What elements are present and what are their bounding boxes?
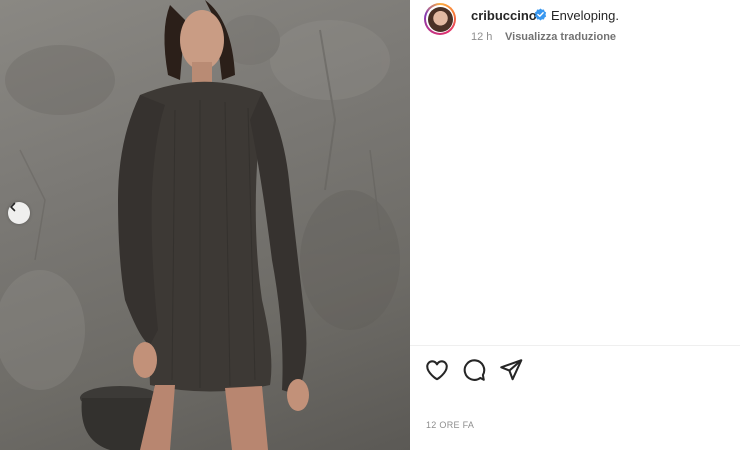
- previous-photo-button[interactable]: [8, 202, 30, 224]
- post-caption: Enveloping.: [551, 8, 619, 23]
- post-photo: [0, 0, 410, 450]
- verified-badge-icon: [534, 8, 547, 21]
- username-link[interactable]: cribuccino: [471, 8, 537, 23]
- chevron-left-icon: [10, 202, 16, 212]
- avatar-ring-inner: [426, 5, 454, 33]
- translate-link[interactable]: Visualizza traduzione: [505, 31, 616, 43]
- share-icon[interactable]: [498, 357, 524, 383]
- post-timestamp: 12 ORE FA: [426, 420, 475, 430]
- post-header: cribuccino Enveloping. 12 h Visualizza t…: [410, 0, 740, 50]
- actions-divider: [410, 345, 740, 346]
- photo-illustration: [0, 0, 400, 450]
- action-bar: [410, 355, 740, 385]
- avatar[interactable]: [424, 3, 456, 35]
- post-sidebar: cribuccino Enveloping. 12 h Visualizza t…: [410, 0, 740, 450]
- heart-icon[interactable]: [424, 357, 450, 383]
- comment-icon[interactable]: [461, 357, 487, 383]
- profile-avatar: [427, 6, 453, 32]
- relative-time: 12 h: [471, 31, 493, 43]
